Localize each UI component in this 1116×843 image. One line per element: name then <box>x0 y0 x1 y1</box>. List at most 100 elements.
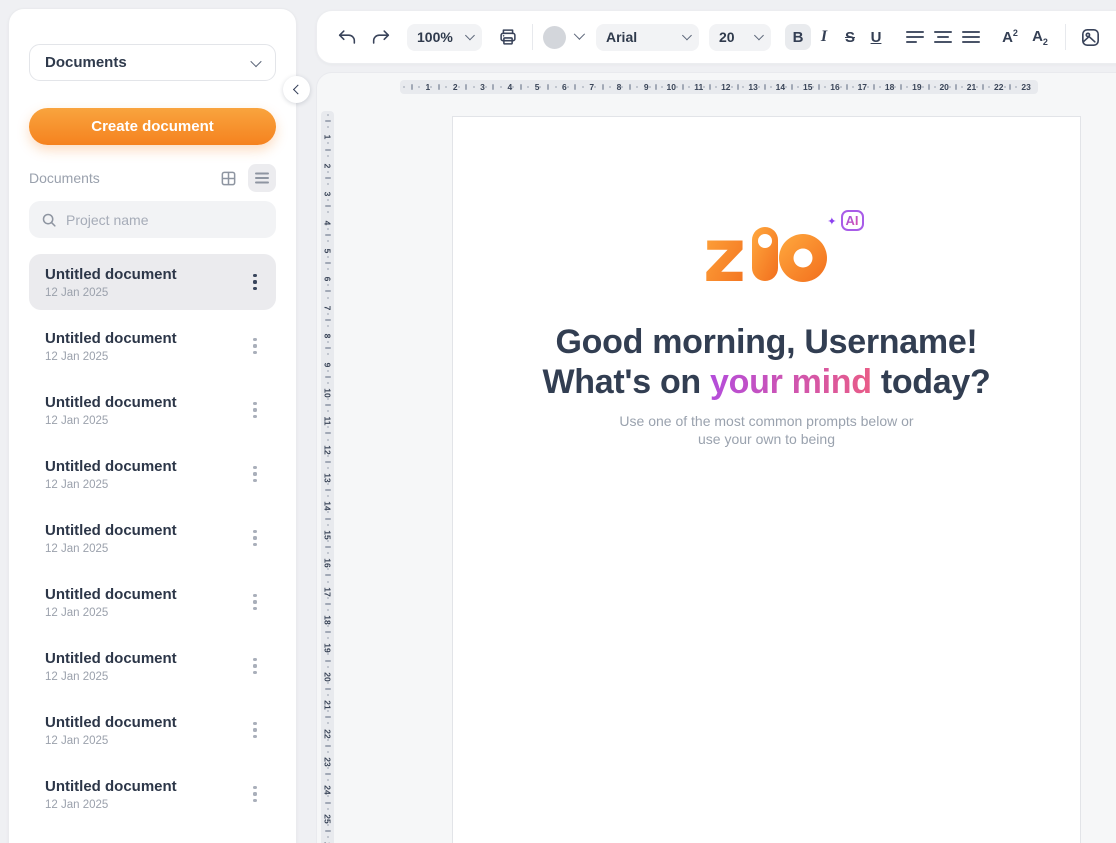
italic-button[interactable]: I <box>811 24 837 50</box>
font-family-select[interactable]: Arial <box>596 24 699 51</box>
create-document-button[interactable]: Create document <box>29 108 276 145</box>
align-justify-button[interactable] <box>957 23 985 51</box>
document-page[interactable]: z AI ✦ Good morning, Username! What's on… <box>452 116 1081 843</box>
insert-image-button[interactable] <box>1076 23 1104 51</box>
ruler-mark: 8 <box>325 313 331 341</box>
ruler-mark: 11 <box>323 398 332 426</box>
chevron-left-icon <box>293 85 303 95</box>
document-menu-button[interactable] <box>244 587 266 617</box>
print-button[interactable] <box>494 23 522 51</box>
ruler-mark: 13 <box>731 82 758 92</box>
ruler-mark: 22 <box>976 82 1003 92</box>
undo-button[interactable] <box>333 23 361 51</box>
greeting-line1: Good morning, Username! <box>453 322 1080 362</box>
document-list-item[interactable]: Untitled document 12 Jan 2025 <box>29 766 276 822</box>
subtitle-line2: use your own to being <box>453 431 1080 449</box>
subtitle-line1: Use one of the most common prompts below… <box>453 413 1080 431</box>
document-list-item[interactable]: Untitled document 12 Jan 2025 <box>29 702 276 758</box>
toolbar-divider <box>1065 24 1066 50</box>
align-left-button[interactable] <box>901 23 929 51</box>
document-list-item[interactable]: Untitled document 12 Jan 2025 <box>29 254 276 310</box>
document-menu-button[interactable] <box>244 715 266 745</box>
document-date: 12 Jan 2025 <box>45 607 177 619</box>
sidebar: Documents Create document Documents <box>8 8 297 843</box>
logo-letter-z: z <box>706 225 746 283</box>
document-menu-button[interactable] <box>244 523 266 553</box>
list-icon <box>254 171 270 185</box>
ruler-mark: 10 <box>649 82 676 92</box>
document-title: Untitled document <box>45 458 177 475</box>
ruler-mark: 18 <box>323 597 332 625</box>
document-search[interactable] <box>29 201 276 238</box>
ruler-mark: 24 <box>323 767 332 795</box>
greeting-heading: Good morning, Username! What's on your m… <box>453 322 1080 402</box>
chevron-down-icon <box>682 30 691 39</box>
font-size-select[interactable]: 20 <box>709 24 771 51</box>
document-list-item[interactable]: Untitled document 12 Jan 2025 <box>29 510 276 566</box>
ruler-mark: 3 <box>458 82 485 92</box>
strikethrough-button[interactable]: S <box>837 24 863 50</box>
greeting-highlight: your mind <box>710 363 872 401</box>
ruler-mark: 9 <box>325 341 331 369</box>
document-menu-button[interactable] <box>244 651 266 681</box>
document-list-item[interactable]: Untitled document 12 Jan 2025 <box>29 574 276 630</box>
document-meta: Untitled document 12 Jan 2025 <box>45 714 177 747</box>
superscript-button[interactable]: A2 <box>995 24 1025 50</box>
document-meta: Untitled document 12 Jan 2025 <box>45 266 177 299</box>
ruler-mark: 6 <box>325 256 331 284</box>
document-menu-button[interactable] <box>244 779 266 809</box>
ruler-mark: 9 <box>621 82 648 92</box>
text-color-picker[interactable] <box>543 26 582 49</box>
superscript-label: A2 <box>1002 28 1018 46</box>
horizontal-ruler[interactable]: 1234567891011121314151617181920212223 <box>400 80 1038 94</box>
vertical-ruler[interactable]: 1234567891011121314151617181920212223242… <box>321 111 334 843</box>
redo-button[interactable] <box>367 23 395 51</box>
insert-table-button[interactable] <box>1112 23 1116 51</box>
ruler-mark: 7 <box>567 82 594 92</box>
ruler-mark: 5 <box>512 82 539 92</box>
document-meta: Untitled document 12 Jan 2025 <box>45 586 177 619</box>
font-size-value: 20 <box>719 29 735 45</box>
ruler-mark: 25 <box>323 795 332 823</box>
underline-button[interactable]: U <box>863 24 889 50</box>
chevron-down-icon <box>250 55 261 66</box>
document-list-item[interactable]: Untitled document 12 Jan 2025 <box>29 638 276 694</box>
chevron-down-icon <box>465 30 474 39</box>
document-meta: Untitled document 12 Jan 2025 <box>45 330 177 363</box>
ruler-mark: 23 <box>323 739 332 767</box>
ruler-mark: 6 <box>539 82 566 92</box>
document-list-item[interactable]: Untitled document 12 Jan 2025 <box>29 382 276 438</box>
sidebar-collapse-button[interactable] <box>283 76 310 103</box>
subscript-button[interactable]: A2 <box>1025 24 1055 50</box>
ruler-mark: 17 <box>323 568 332 596</box>
document-list-item[interactable]: Untitled document 12 Jan 2025 <box>29 318 276 374</box>
document-menu-button[interactable] <box>244 267 266 297</box>
zoom-select[interactable]: 100% <box>407 24 482 51</box>
list-view-button[interactable] <box>248 164 276 192</box>
align-left-icon <box>906 31 924 43</box>
ruler-mark: 14 <box>323 483 332 511</box>
align-center-button[interactable] <box>929 23 957 51</box>
document-date: 12 Jan 2025 <box>45 671 177 683</box>
document-date: 12 Jan 2025 <box>45 479 177 491</box>
document-list: Untitled document 12 Jan 2025 Untitled d… <box>29 254 276 822</box>
ruler-mark: 11 <box>676 82 703 92</box>
document-list-item[interactable]: Untitled document 12 Jan 2025 <box>29 446 276 502</box>
bold-button[interactable]: B <box>785 24 811 50</box>
search-input[interactable] <box>66 212 264 228</box>
document-menu-button[interactable] <box>244 395 266 425</box>
document-menu-button[interactable] <box>244 459 266 489</box>
workspace-selector[interactable]: Documents <box>29 44 276 81</box>
subscript-label: A2 <box>1032 28 1048 47</box>
document-date: 12 Jan 2025 <box>45 415 177 427</box>
grid-icon <box>220 170 237 187</box>
ruler-mark: 17 <box>840 82 867 92</box>
ruler-mark: 22 <box>323 710 332 738</box>
ruler-mark: 23 <box>1004 82 1031 92</box>
ruler-mark: 7 <box>325 284 331 312</box>
grid-view-button[interactable] <box>214 164 242 192</box>
printer-icon <box>497 26 519 48</box>
document-menu-button[interactable] <box>244 331 266 361</box>
ruler-mark: 20 <box>922 82 949 92</box>
ruler-mark: 19 <box>323 625 332 653</box>
